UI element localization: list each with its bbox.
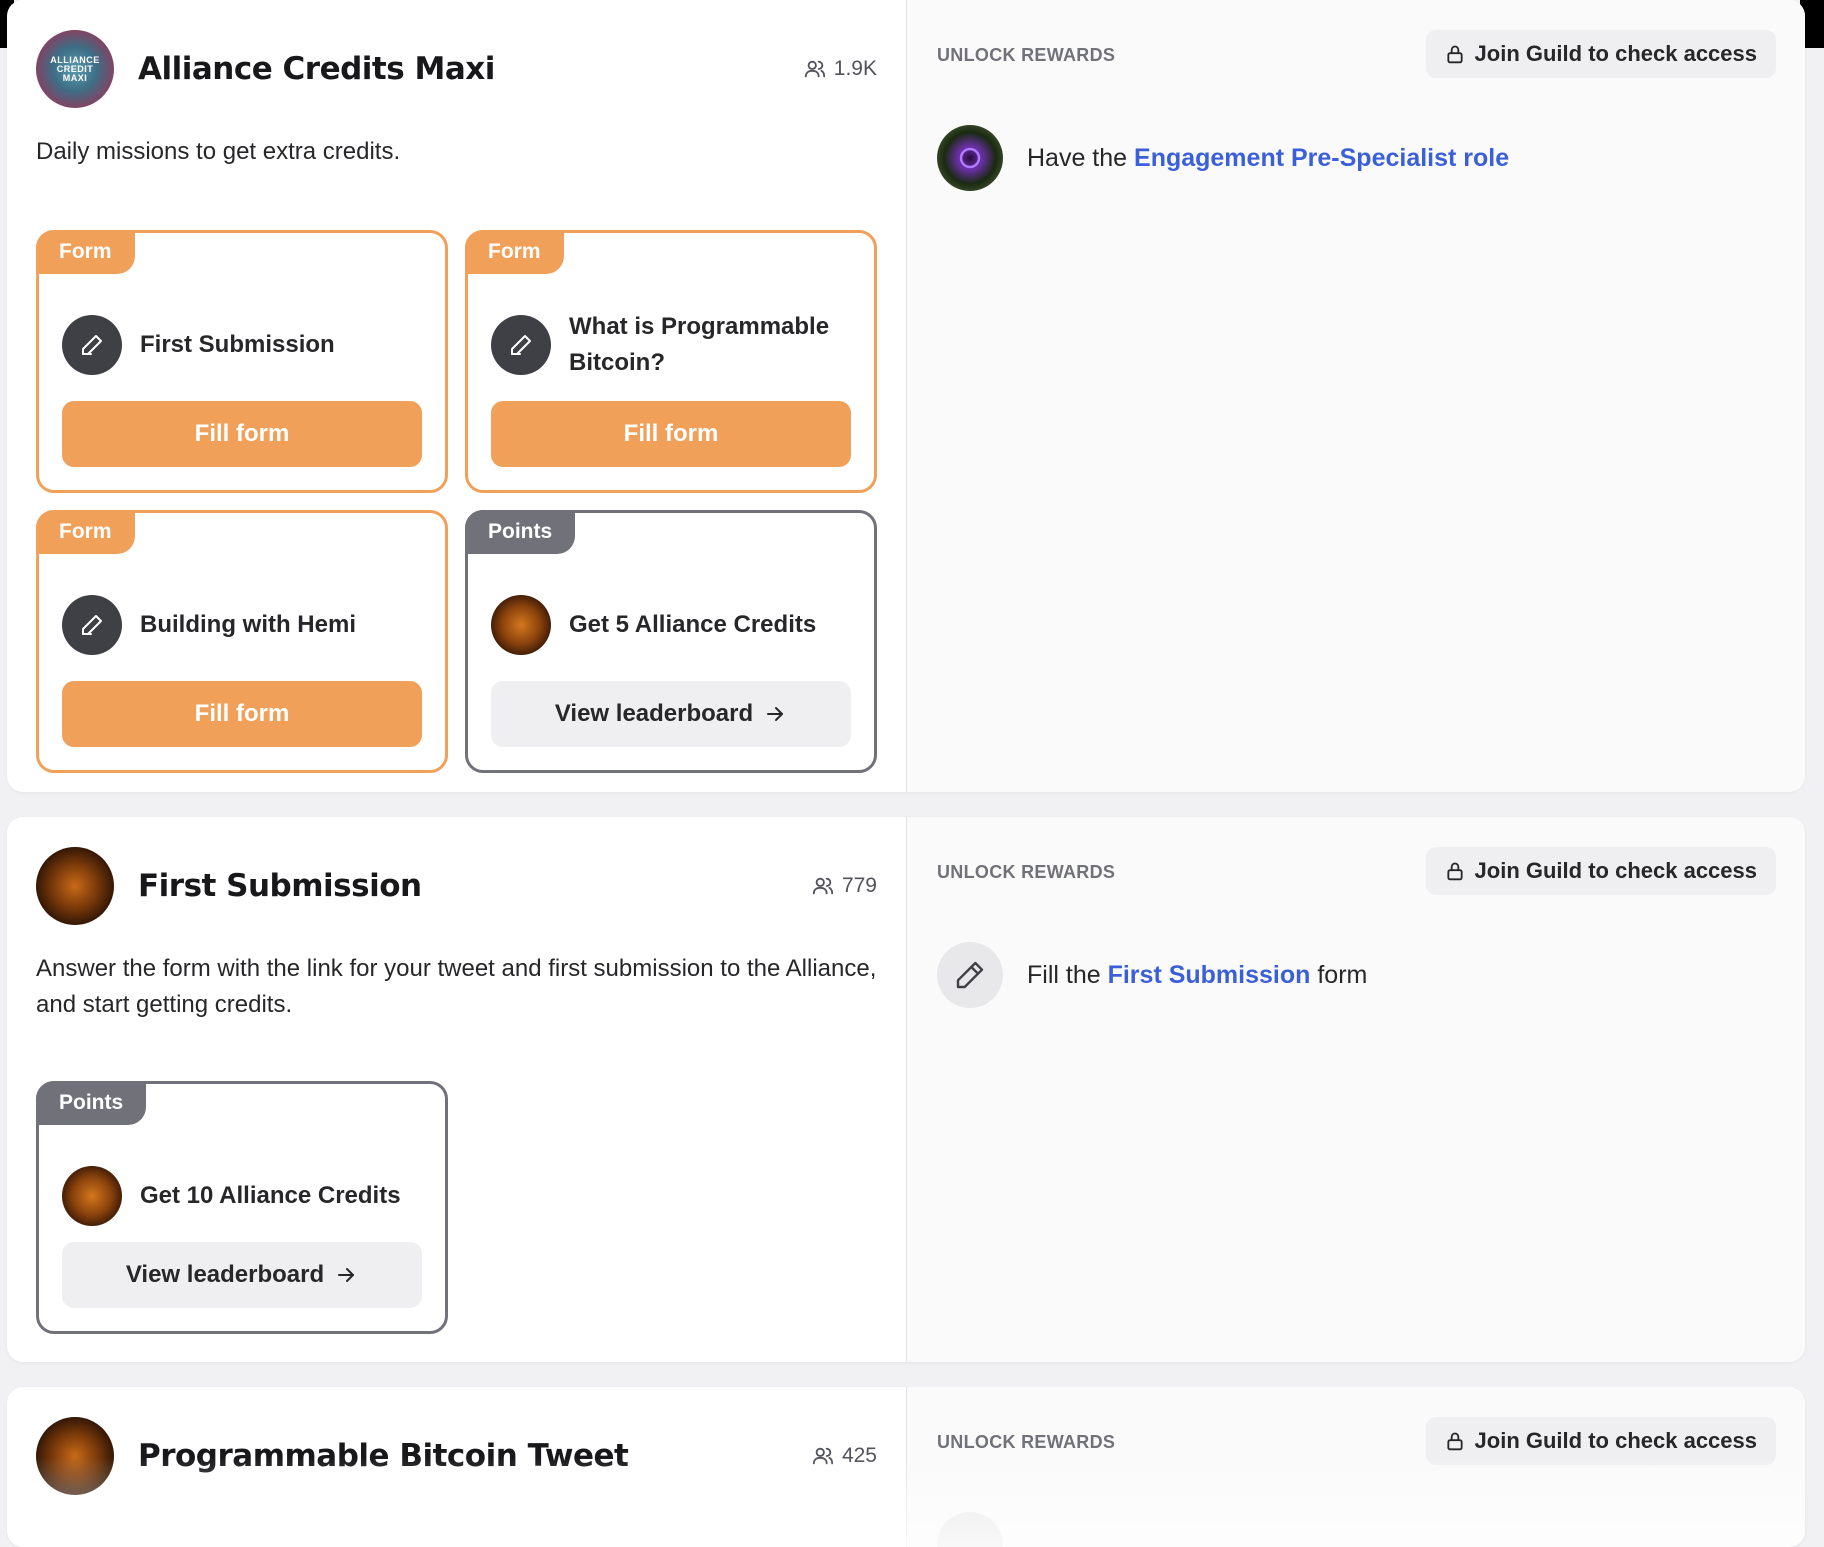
role-header: First Submission 779 xyxy=(36,847,877,925)
reward-name: What is Programmable Bitcoin? xyxy=(569,313,830,376)
requirement-link[interactable]: Engagement Pre-Specialist role xyxy=(1134,144,1509,172)
reward-tag: Form xyxy=(36,510,135,554)
fill-form-button[interactable]: Fill form xyxy=(62,401,422,467)
lock-icon xyxy=(1446,45,1463,64)
join-guild-label: Join Guild to check access xyxy=(1474,858,1757,883)
join-guild-button[interactable]: Join Guild to check access xyxy=(1425,1417,1776,1465)
requirement-link[interactable]: First Submission xyxy=(1108,961,1311,989)
role-title: Programmable Bitcoin Tweet xyxy=(138,1438,629,1474)
users-icon xyxy=(812,877,834,895)
unlock-panel: UNLOCK REWARDS Join Guild to check acces… xyxy=(906,817,1805,1362)
requirement-text: Have the Engagement Pre-Specialist role xyxy=(1027,144,1509,173)
pencil-icon xyxy=(62,595,122,655)
lock-icon xyxy=(1446,1432,1463,1451)
role-card-alliance-credits-maxi: ALLIANCE CREDIT MAXI Alliance Credits Ma… xyxy=(7,0,1805,792)
role-card-programmable-bitcoin-tweet: Programmable Bitcoin Tweet 425 UNLOCK RE… xyxy=(7,1387,1805,1547)
fill-form-button[interactable]: Fill form xyxy=(491,401,851,467)
join-guild-button[interactable]: Join Guild to check access xyxy=(1425,847,1776,895)
users-icon xyxy=(804,60,825,78)
pencil-icon xyxy=(62,315,122,375)
role-header: Programmable Bitcoin Tweet 425 xyxy=(36,1417,877,1495)
member-count-value: 425 xyxy=(841,1444,877,1467)
reward-name: First Submission xyxy=(140,331,335,358)
role-title: Alliance Credits Maxi xyxy=(138,51,495,87)
button-label: View leaderboard xyxy=(554,700,754,727)
member-count: 1.9K xyxy=(804,57,877,81)
button-label: View leaderboard xyxy=(125,1261,325,1288)
lock-icon xyxy=(1446,862,1463,881)
reward-card: Form What is Programmable Bitcoin? Fill … xyxy=(465,230,877,493)
unlock-panel: UNLOCK REWARDS Join Guild to check acces… xyxy=(906,0,1805,792)
unlock-panel: UNLOCK REWARDS Join Guild to check acces… xyxy=(906,1387,1805,1547)
requirement: Have the Engagement Pre-Specialist role xyxy=(937,125,1509,191)
member-count-value: 1.9K xyxy=(833,57,877,80)
arrow-right-icon xyxy=(767,707,784,721)
users-icon xyxy=(812,1447,834,1465)
reward-tag: Form xyxy=(465,230,564,274)
view-leaderboard-button[interactable]: View leaderboard xyxy=(491,681,851,747)
role-description: Daily missions to get extra credits. xyxy=(36,138,401,165)
role-info: First Submission 779 Answer the form wit… xyxy=(7,817,906,1362)
join-guild-button[interactable]: Join Guild to check access xyxy=(1425,30,1776,78)
role-requirement-icon xyxy=(937,125,1003,191)
requirement-prefix: Have the xyxy=(1027,143,1135,172)
requirement: Fill the First Submission form xyxy=(937,942,1367,1008)
requirement-text: Fill the First Submission form xyxy=(1027,961,1367,990)
requirement-suffix: form xyxy=(1310,960,1368,989)
reward-card: Form First Submission Fill form xyxy=(36,230,448,493)
unlock-rewards-label: UNLOCK REWARDS xyxy=(937,45,1116,65)
reward-card: Points Get 5 Alliance Credits View leade… xyxy=(465,510,877,773)
role-info: ALLIANCE CREDIT MAXI Alliance Credits Ma… xyxy=(7,0,906,792)
credits-coin-icon xyxy=(62,1166,122,1226)
member-count-value: 779 xyxy=(841,874,877,897)
pencil-icon xyxy=(491,315,551,375)
requirement-prefix: Fill the xyxy=(1027,960,1108,989)
reward-name: Get 10 Alliance Credits xyxy=(140,1182,401,1209)
role-avatar: ALLIANCE CREDIT MAXI xyxy=(36,30,114,108)
reward-card: Points Get 10 Alliance Credits View lead… xyxy=(36,1081,448,1334)
arrow-right-icon xyxy=(338,1268,355,1282)
pencil-icon xyxy=(937,942,1003,1008)
reward-grid: Form First Submission Fill form Form Wha… xyxy=(36,230,877,773)
role-card-first-submission: First Submission 779 Answer the form wit… xyxy=(7,817,1805,1362)
view-leaderboard-button[interactable]: View leaderboard xyxy=(62,1242,422,1308)
unlock-rewards-label: UNLOCK REWARDS xyxy=(937,1432,1116,1452)
reward-card: Form Building with Hemi Fill form xyxy=(36,510,448,773)
join-guild-label: Join Guild to check access xyxy=(1474,1428,1757,1453)
role-title: First Submission xyxy=(138,868,422,904)
reward-grid: Points Get 10 Alliance Credits View lead… xyxy=(36,1081,877,1334)
reward-tag: Points xyxy=(465,510,576,554)
avatar-text-line: MAXI xyxy=(62,72,88,83)
reward-tag: Points xyxy=(36,1081,147,1125)
member-count: 425 xyxy=(812,1444,877,1468)
reward-name: Get 5 Alliance Credits xyxy=(569,611,817,638)
role-description: Answer the form with the link for your t… xyxy=(36,955,877,1018)
role-avatar xyxy=(36,847,114,925)
role-info: Programmable Bitcoin Tweet 425 xyxy=(7,1387,906,1547)
role-header: ALLIANCE CREDIT MAXI Alliance Credits Ma… xyxy=(36,30,877,108)
requirement-icon xyxy=(937,1512,1003,1547)
join-guild-label: Join Guild to check access xyxy=(1474,41,1757,66)
reward-tag: Form xyxy=(36,230,135,274)
unlock-rewards-label: UNLOCK REWARDS xyxy=(937,862,1116,882)
requirement xyxy=(937,1512,1003,1547)
credits-coin-icon xyxy=(491,595,551,655)
fill-form-button[interactable]: Fill form xyxy=(62,681,422,747)
role-avatar xyxy=(36,1417,114,1495)
reward-name: Building with Hemi xyxy=(140,611,356,638)
member-count: 779 xyxy=(812,874,877,898)
